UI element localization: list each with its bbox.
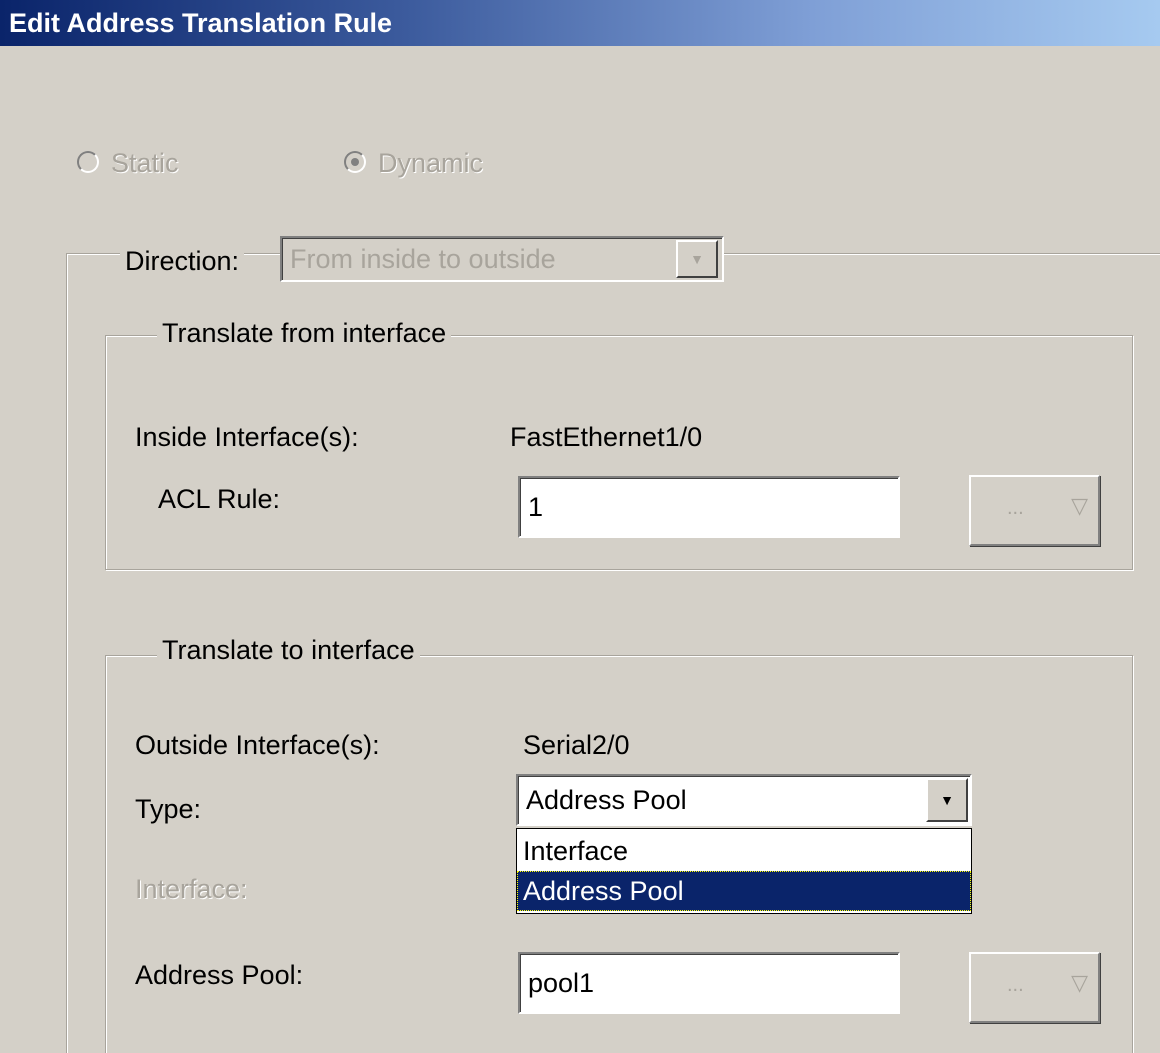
ellipsis-icon: ... [1007,497,1024,519]
type-option-interface[interactable]: Interface [517,831,971,871]
direction-dropdown-button[interactable]: ▼ [676,240,718,278]
type-dropdown-list: Interface Address Pool [516,828,972,914]
type-option-address-pool[interactable]: Address Pool [517,871,971,911]
static-radio[interactable] [77,151,99,173]
address-pool-value: pool1 [528,967,595,998]
type-select[interactable]: Address Pool [516,774,972,826]
address-pool-browse-button[interactable]: ... ▽ [969,952,1100,1023]
interface-label: Interface: [135,874,248,904]
dynamic-radio[interactable] [344,151,366,173]
direction-select[interactable]: From inside to outside [280,236,724,282]
triangle-down-icon: ▽ [1071,970,1088,995]
acl-rule-value: 1 [528,491,544,522]
radio-selected-dot [351,158,359,166]
inside-interface-label: Inside Interface(s): [135,422,359,452]
chevron-down-icon: ▼ [940,792,954,808]
dynamic-radio-label: Dynamic [378,148,484,178]
triangle-down-icon: ▽ [1071,493,1088,518]
acl-rule-input[interactable]: 1 [518,476,900,538]
type-label: Type: [135,794,202,824]
acl-rule-browse-button[interactable]: ... ▽ [969,475,1100,546]
translate-to-legend: Translate to interface [157,637,420,664]
outside-interface-value: Serial2/0 [523,730,630,760]
type-value: Address Pool [526,784,687,815]
type-dropdown-button[interactable]: ▼ [926,778,968,822]
address-pool-input[interactable]: pool1 [518,952,900,1014]
outside-interface-label: Outside Interface(s): [135,730,380,760]
chevron-down-icon: ▼ [690,251,704,267]
direction-label: Direction: [120,248,245,275]
translate-from-legend: Translate from interface [157,320,452,347]
ellipsis-icon: ... [1007,974,1024,996]
window-title: Edit Address Translation Rule [0,0,1160,46]
inside-interface-value: FastEthernet1/0 [510,422,703,452]
direction-value: From inside to outside [290,243,556,274]
acl-rule-label: ACL Rule: [158,484,281,514]
static-radio-label: Static [111,148,179,178]
address-pool-label: Address Pool: [135,960,304,990]
